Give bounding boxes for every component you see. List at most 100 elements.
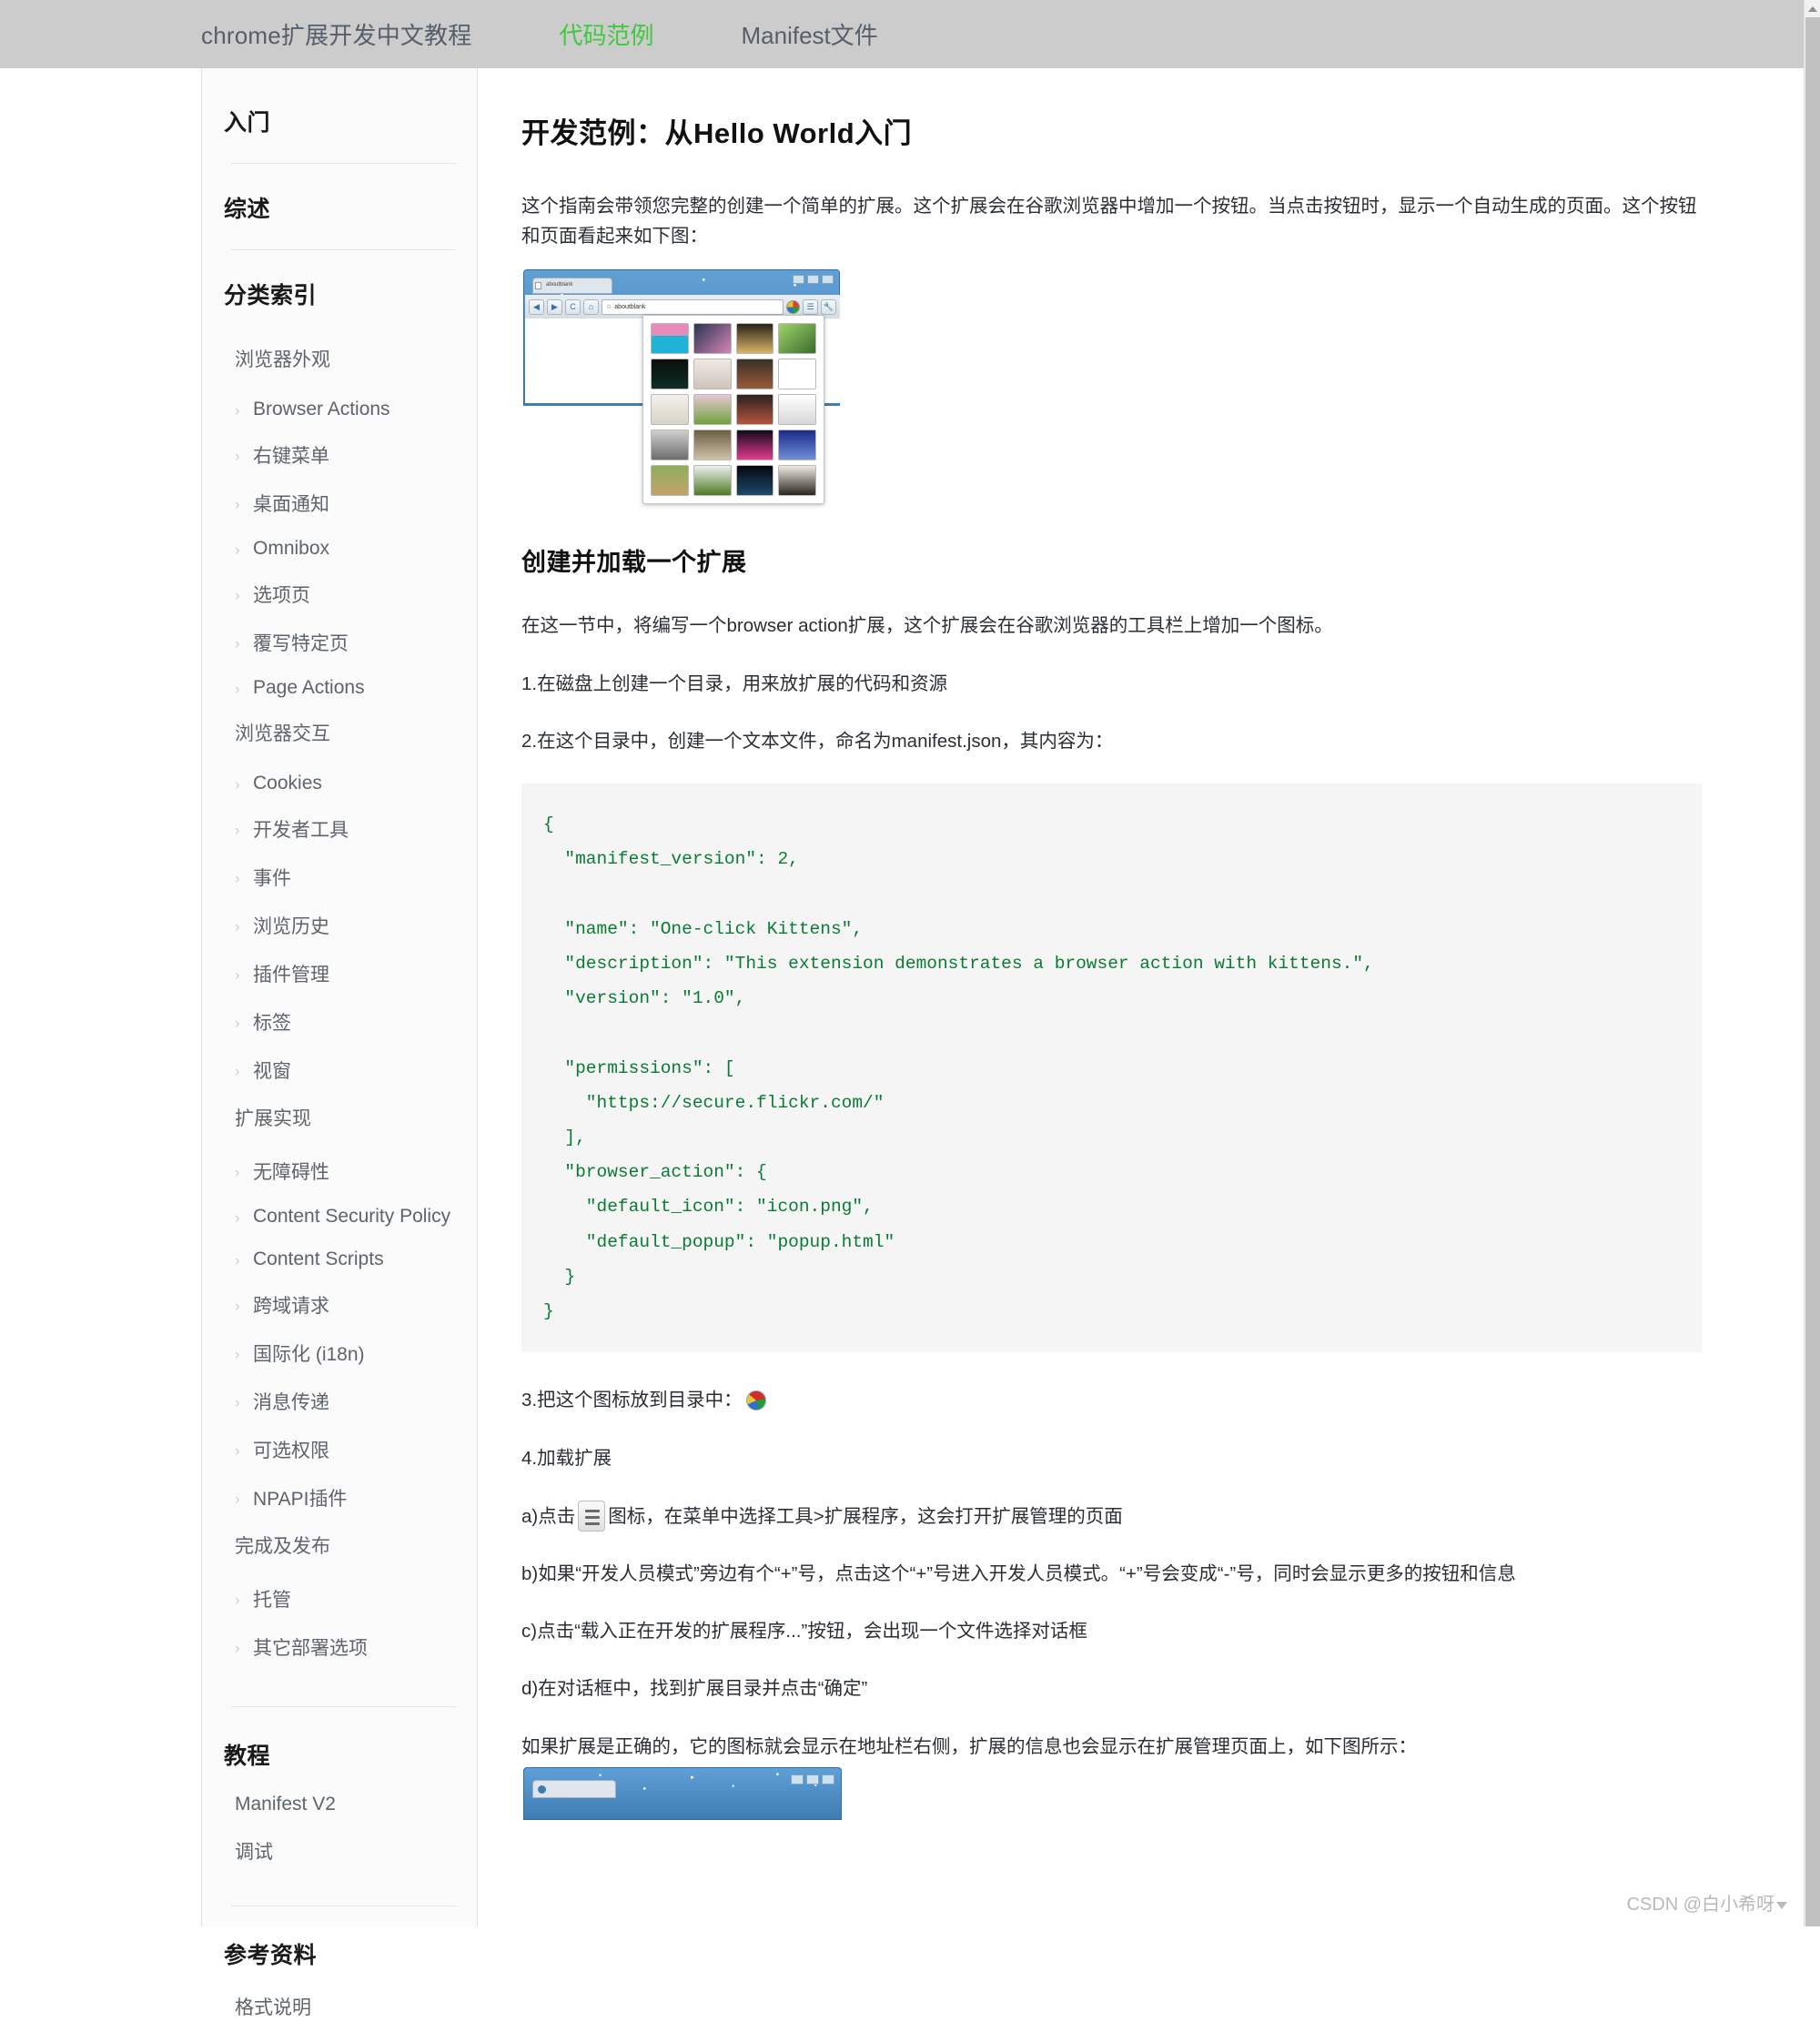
sidebar-item-label: 桌面通知 xyxy=(253,494,329,515)
watermark-text: CSDN @白小希呀 xyxy=(1626,1895,1774,1915)
wrench-icon: 🔧 xyxy=(821,298,836,315)
sidebar-item-cookies[interactable]: › Cookies xyxy=(235,763,457,805)
page-menu-icon: ☰ xyxy=(803,298,818,315)
sidebar-item-label: 事件 xyxy=(253,868,291,889)
reload-icon: C xyxy=(565,298,581,315)
minimize-icon xyxy=(793,275,804,285)
chevron-right-icon: › xyxy=(235,965,240,983)
nav-link-manifest[interactable]: Manifest文件 xyxy=(742,17,878,51)
sidebar-item-label: 消息传递 xyxy=(253,1392,329,1413)
sidebar-item-content-scripts[interactable]: › Content Scripts xyxy=(235,1238,457,1281)
scroll-up-arrow-icon[interactable] xyxy=(1805,0,1820,17)
kitten-thumbnail xyxy=(693,430,732,461)
kitten-thumbnail xyxy=(651,323,689,355)
sidebar-item-devtools[interactable]: › 开发者工具 xyxy=(235,805,457,854)
chevron-right-icon: › xyxy=(235,1345,240,1362)
sidebar-item-label: 开发者工具 xyxy=(253,820,349,841)
chevron-right-icon: › xyxy=(235,1639,240,1656)
sidebar-item-hosting[interactable]: › 托管 xyxy=(235,1575,457,1623)
chevron-right-icon: › xyxy=(235,401,240,419)
sidebar-item-accessibility[interactable]: › 无障碍性 xyxy=(235,1147,457,1196)
sidebar-item-debugging[interactable]: 调试 xyxy=(235,1827,457,1876)
kitten-thumbnail xyxy=(651,430,689,461)
sidebar-item-override-pages[interactable]: › 覆写特定页 xyxy=(235,619,457,667)
sidebar-item-page-actions[interactable]: › Page Actions xyxy=(235,667,457,710)
vertical-scrollbar[interactable] xyxy=(1804,0,1820,1926)
sidebar-item-label: 托管 xyxy=(253,1590,291,1611)
sidebar-item-manifest-v2[interactable]: Manifest V2 xyxy=(235,1784,457,1827)
chevron-right-icon: › xyxy=(235,495,240,512)
chevron-right-icon: › xyxy=(235,1591,240,1608)
step-a-suffix: 图标，在菜单中选择工具>扩展程序，这会打开扩展管理的页面 xyxy=(608,1505,1123,1527)
sidebar-item-format-description[interactable]: 格式说明 xyxy=(235,1983,457,2032)
sidebar-item-browser-actions[interactable]: › Browser Actions xyxy=(235,389,457,431)
tab-favicon-icon xyxy=(535,282,541,290)
kitten-thumbnail xyxy=(735,394,774,426)
kitten-thumbnail xyxy=(651,394,689,426)
sidebar-item-label: Page Actions xyxy=(253,677,365,698)
sidebar-heading-getting-started: 入门 xyxy=(224,110,271,136)
sidebar-item-events[interactable]: › 事件 xyxy=(235,854,457,902)
chevron-right-icon: › xyxy=(235,869,240,886)
extension-icon-sample xyxy=(745,1390,766,1411)
sidebar-item-label: 可选权限 xyxy=(253,1441,329,1461)
chevron-right-icon: › xyxy=(235,586,240,603)
sidebar-item-label: 右键菜单 xyxy=(253,446,329,467)
section-title-create-load-extension: 创建并加载一个扩展 xyxy=(521,549,747,577)
maximize-icon xyxy=(806,1774,819,1784)
sidebar-item-label: 其它部署选项 xyxy=(253,1638,368,1659)
sidebar-item-omnibox[interactable]: › Omnibox xyxy=(235,528,457,571)
sidebar-item-context-menus[interactable]: › 右键菜单 xyxy=(235,431,457,480)
address-bar: ☆ aboutblank xyxy=(602,298,784,315)
sidebar-item-tabs[interactable]: › 标签 xyxy=(235,998,457,1046)
sidebar-item-content-security-policy[interactable]: › Content Security Policy xyxy=(235,1196,457,1238)
chevron-right-icon: › xyxy=(235,1441,240,1459)
section-paragraph: 在这一节中，将编写一个browser action扩展，这个扩展会在谷歌浏览器的… xyxy=(521,615,1333,637)
figure-extension-manager-screenshot xyxy=(523,1766,842,1820)
chevron-right-icon: › xyxy=(235,1062,240,1079)
sidebar-item-message-passing[interactable]: › 消息传递 xyxy=(235,1378,457,1426)
sidebar-item-other-deployment-options[interactable]: › 其它部署选项 xyxy=(235,1623,457,1672)
chevron-right-icon: › xyxy=(235,1297,240,1314)
forward-arrow-icon: ▶ xyxy=(547,298,562,315)
kitten-thumbnail xyxy=(778,465,816,497)
sidebar-item-npapi-plugins[interactable]: › NPAPI插件 xyxy=(235,1474,457,1522)
sidebar-item-options-page[interactable]: › 选项页 xyxy=(235,571,457,619)
sidebar-group-browser-ui: 浏览器外观 xyxy=(235,349,330,370)
sidebar-item-cross-origin-requests[interactable]: › 跨域请求 xyxy=(235,1281,457,1329)
sidebar-group-finish-publish: 完成及发布 xyxy=(235,1536,330,1557)
sidebar-item-label: NPAPI插件 xyxy=(253,1489,348,1510)
sidebar-item-i18n[interactable]: › 国际化 (i18n) xyxy=(235,1329,457,1378)
closing-paragraph: 如果扩展是正确的，它的图标就会显示在地址栏右侧，扩展的信息也会显示在扩展管理页面… xyxy=(521,1735,1417,1757)
sidebar-item-windows[interactable]: › 视窗 xyxy=(235,1046,457,1095)
sidebar-heading-overview[interactable]: 综述 xyxy=(222,191,457,224)
kitten-thumbnail xyxy=(693,394,732,426)
page-body: 入门 综述 分类索引 浏览器外观 › Browser Actions › 右键菜… xyxy=(0,68,1804,2018)
sidebar-item-management[interactable]: › 插件管理 xyxy=(235,950,457,998)
scrollbar-thumb[interactable] xyxy=(1805,17,1820,1926)
kitten-popup-grid xyxy=(642,315,824,505)
sidebar-group-implementation: 扩展实现 xyxy=(235,1108,311,1129)
sidebar-item-desktop-notifications[interactable]: › 桌面通知 xyxy=(235,480,457,528)
chevron-right-icon: › xyxy=(235,917,240,935)
step-d: d)在对话框中，找到扩展目录并点击“确定” xyxy=(521,1678,868,1700)
kitten-thumbnail xyxy=(693,359,732,390)
kitten-thumbnail xyxy=(735,359,774,390)
step-c: c)点击“载入正在开发的扩展程序...”按钮，会出现一个文件选择对话框 xyxy=(521,1621,1087,1643)
sidebar-item-optional-permissions[interactable]: › 可选权限 xyxy=(235,1426,457,1474)
chevron-right-icon: › xyxy=(235,1251,240,1269)
watermark-caret-icon xyxy=(1776,1902,1787,1909)
sidebar-item-label: Cookies xyxy=(253,773,322,794)
sidebar-item-label: 跨域请求 xyxy=(253,1296,329,1317)
site-brand-link[interactable]: chrome扩展开发中文教程 xyxy=(201,17,472,51)
figure-chrome-popup-screenshot: aboutblank ◀ ▶ C ⌂ ☆ aboutblank ☰ 🔧 xyxy=(523,269,842,505)
kitten-thumbnail xyxy=(651,359,689,390)
sidebar-item-label: 浏览历史 xyxy=(253,916,329,937)
chevron-right-icon: › xyxy=(235,1208,240,1226)
step-1: 1.在磁盘上创建一个目录，用来放扩展的代码和资源 xyxy=(521,672,948,694)
nav-link-code-samples[interactable]: 代码范例 xyxy=(560,17,654,51)
sidebar-item-history[interactable]: › 浏览历史 xyxy=(235,902,457,950)
kitten-thumbnail xyxy=(778,430,816,461)
kitten-thumbnail xyxy=(778,359,816,390)
csdn-watermark: CSDN @白小希呀 xyxy=(1626,1889,1787,1916)
